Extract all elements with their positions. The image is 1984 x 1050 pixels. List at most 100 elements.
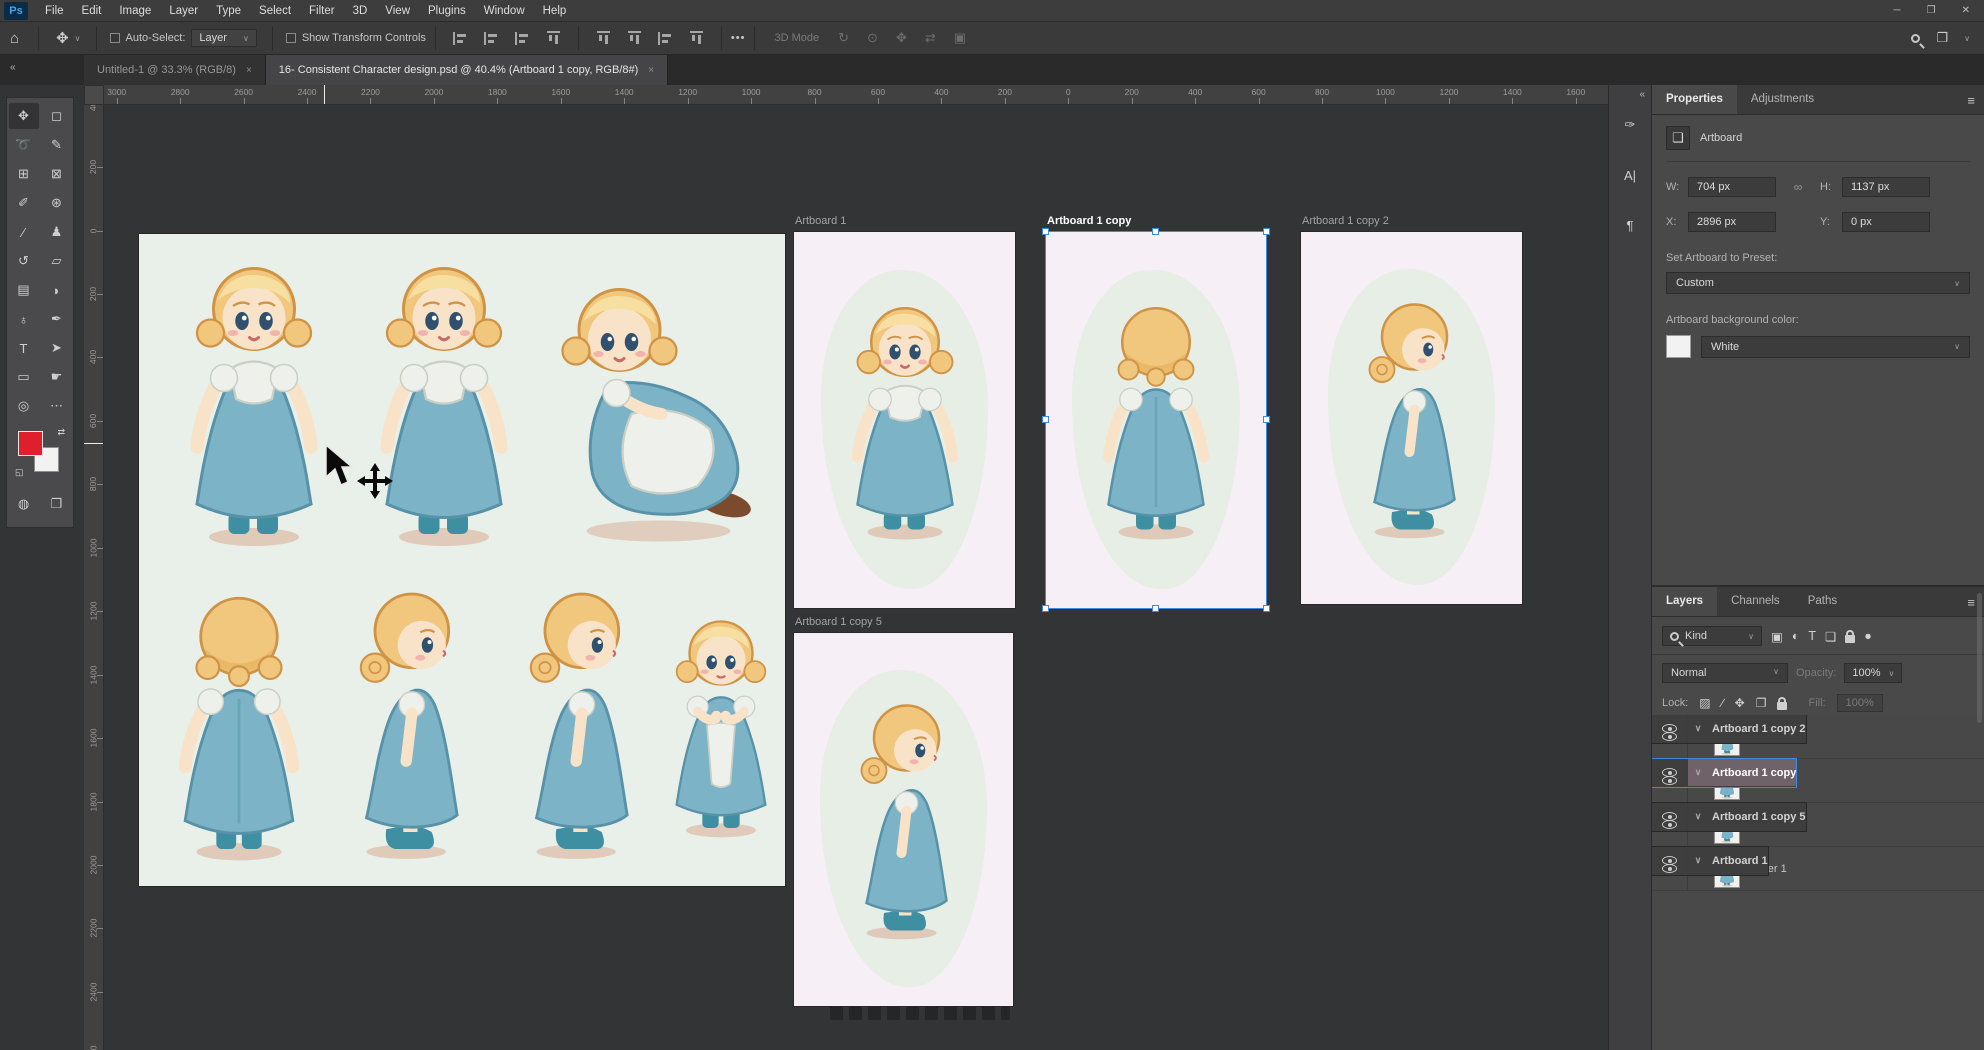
default-colors-icon[interactable]: ◱ [15,467,24,478]
width-field[interactable]: 704 px [1688,177,1776,197]
eye-icon[interactable] [1662,820,1677,829]
eye-icon[interactable] [1662,776,1677,785]
artboard-label[interactable]: Artboard 1 copy 5 [795,616,882,628]
toolbar-tool[interactable]: ∕ [9,219,39,245]
layer-name[interactable]: Artboard 1 copy 5 [1712,811,1806,823]
transform-handle[interactable] [1263,605,1270,612]
filter-adjustment-layers-icon[interactable]: ◐ [1792,629,1800,643]
preset-dropdown[interactable]: Custom ∨ [1666,272,1970,294]
align-center-h-icon[interactable] [484,32,499,45]
tab-adjustments[interactable]: Adjustments [1737,85,1828,114]
layer-filter-dropdown[interactable]: Kind ∨ [1662,626,1762,646]
show-transform-controls-checkbox[interactable] [286,33,296,43]
auto-select-target-dropdown[interactable]: Layer ∨ [191,29,256,47]
align-bottom-icon[interactable] [628,31,641,46]
height-field[interactable]: 1137 px [1842,177,1930,197]
menu-item[interactable]: View [376,5,419,17]
character-reference-image[interactable] [139,234,785,886]
link-dimensions-icon[interactable]: ∞ [1776,180,1820,194]
toolbar-tool[interactable]: ◗ [42,277,72,303]
artboard-bg-color-dropdown[interactable]: White ∨ [1701,336,1970,358]
search-icon[interactable] [1911,34,1920,43]
ruler-origin-corner[interactable] [84,85,104,105]
layer-name[interactable]: Artboard 1 copy 2 [1712,723,1806,735]
filter-shape-layers-icon[interactable]: ❏ [1825,629,1836,644]
more-align-options-button[interactable]: ••• [731,32,746,44]
align-middle-icon[interactable] [597,31,610,46]
toolbar-tool[interactable]: ⊠ [42,161,72,187]
artboard-label[interactable]: Artboard 1 copy 2 [1302,215,1389,227]
chevron-down-icon[interactable]: ∨ [1688,723,1708,734]
toolbar-tool[interactable]: ☛ [42,364,72,390]
window-control-icon[interactable]: ❐ [1927,5,1936,16]
toolbar-tool[interactable]: ⋯ [42,393,72,419]
chevron-down-icon[interactable]: ∨ [1688,767,1708,778]
layers-scrollbar[interactable] [1977,593,1982,723]
filter-toggle-icon[interactable]: ● [1864,629,1872,643]
toolbar-tool[interactable]: ◻ [42,103,72,129]
filter-type-layers-icon[interactable]: T [1808,629,1816,643]
close-icon[interactable]: × [246,65,252,76]
transform-handle[interactable] [1263,416,1270,423]
foreground-color-swatch[interactable] [18,431,43,456]
fill-field[interactable]: 100% [1837,694,1883,712]
chevron-down-icon[interactable]: ∨ [1688,811,1708,822]
menu-item[interactable]: Image [110,5,160,17]
collapsed-panel-icon[interactable]: ✑ [1615,111,1645,139]
toolbar-collapse-icon[interactable]: « [10,62,16,73]
window-control-icon[interactable]: ─ [1894,5,1901,16]
menu-item[interactable]: Edit [73,5,111,17]
toolbar-tool[interactable]: ♁ [9,306,39,332]
toolbar-tool[interactable]: T [9,335,39,361]
panel-menu-icon[interactable]: ≡ [1967,595,1975,610]
distribute-h-icon[interactable] [658,32,673,45]
toolbar-tool[interactable]: ↺ [9,248,39,274]
align-right-icon[interactable] [515,32,530,45]
toolbar-tool[interactable]: ⊞ [9,161,39,187]
toolbar-tool[interactable]: ✒ [42,306,72,332]
menu-item[interactable]: Filter [300,5,344,17]
toolbar-tool[interactable]: ✐ [9,190,39,216]
transform-handle[interactable] [1263,228,1270,235]
menu-item[interactable]: Select [250,5,300,17]
transform-handle[interactable] [1042,416,1049,423]
x-field[interactable]: 2896 px [1688,212,1776,232]
tool-preset[interactable]: ✥ ∨ [48,29,86,47]
toolbar-tool[interactable]: ✎ [42,132,72,158]
lock-all-icon[interactable] [1777,702,1787,710]
toolbar-tool[interactable]: ✥ [9,103,39,129]
lock-position-icon[interactable]: ✥ [1735,696,1745,710]
collapsed-panel-icon[interactable]: A| [1615,161,1645,189]
transform-handle[interactable] [1152,605,1159,612]
filter-locked-layers-icon[interactable] [1845,635,1855,643]
lock-artboard-icon[interactable]: ❐ [1756,696,1767,710]
menu-item[interactable]: Window [475,5,534,17]
menu-item[interactable]: 3D [344,5,377,17]
align-left-icon[interactable] [453,32,468,45]
eye-icon[interactable] [1662,864,1677,873]
auto-select-checkbox[interactable] [110,33,120,43]
workspace-switcher-icon[interactable]: ❐ [1936,30,1948,46]
transform-handle[interactable] [1152,228,1159,235]
eye-icon[interactable] [1662,732,1677,741]
close-icon[interactable]: × [648,65,654,76]
menu-item[interactable]: Help [534,5,576,17]
document-tab-untitled[interactable]: Untitled-1 @ 33.3% (RGB/8) × [84,55,266,85]
lock-paint-icon[interactable]: ∕ [1722,696,1724,710]
artboard-1[interactable]: Artboard 1 [794,232,1015,608]
artboard-label[interactable]: Artboard 1 [795,215,846,227]
toolbar-tool[interactable]: ⊛ [42,190,72,216]
window-control-icon[interactable]: ✕ [1962,5,1970,16]
y-field[interactable]: 0 px [1842,212,1930,232]
tab-channels[interactable]: Channels [1717,587,1794,616]
toolbar-tool[interactable]: ▱ [42,248,72,274]
tab-paths[interactable]: Paths [1794,587,1851,616]
pasteboard[interactable]: Artboard 1 Artboard 1 copy Artbo [104,105,1608,1050]
expand-panels-icon[interactable]: « [1639,89,1645,100]
tab-properties[interactable]: Properties [1652,85,1737,114]
menu-item[interactable]: File [36,5,73,17]
filter-pixel-layers-icon[interactable]: ▣ [1771,629,1783,644]
opacity-field[interactable]: 100% ∨ [1844,663,1902,683]
layer-name[interactable]: Artboard 1 copy [1712,767,1796,779]
toolbar-bottom-button[interactable]: ❐ [42,491,72,517]
